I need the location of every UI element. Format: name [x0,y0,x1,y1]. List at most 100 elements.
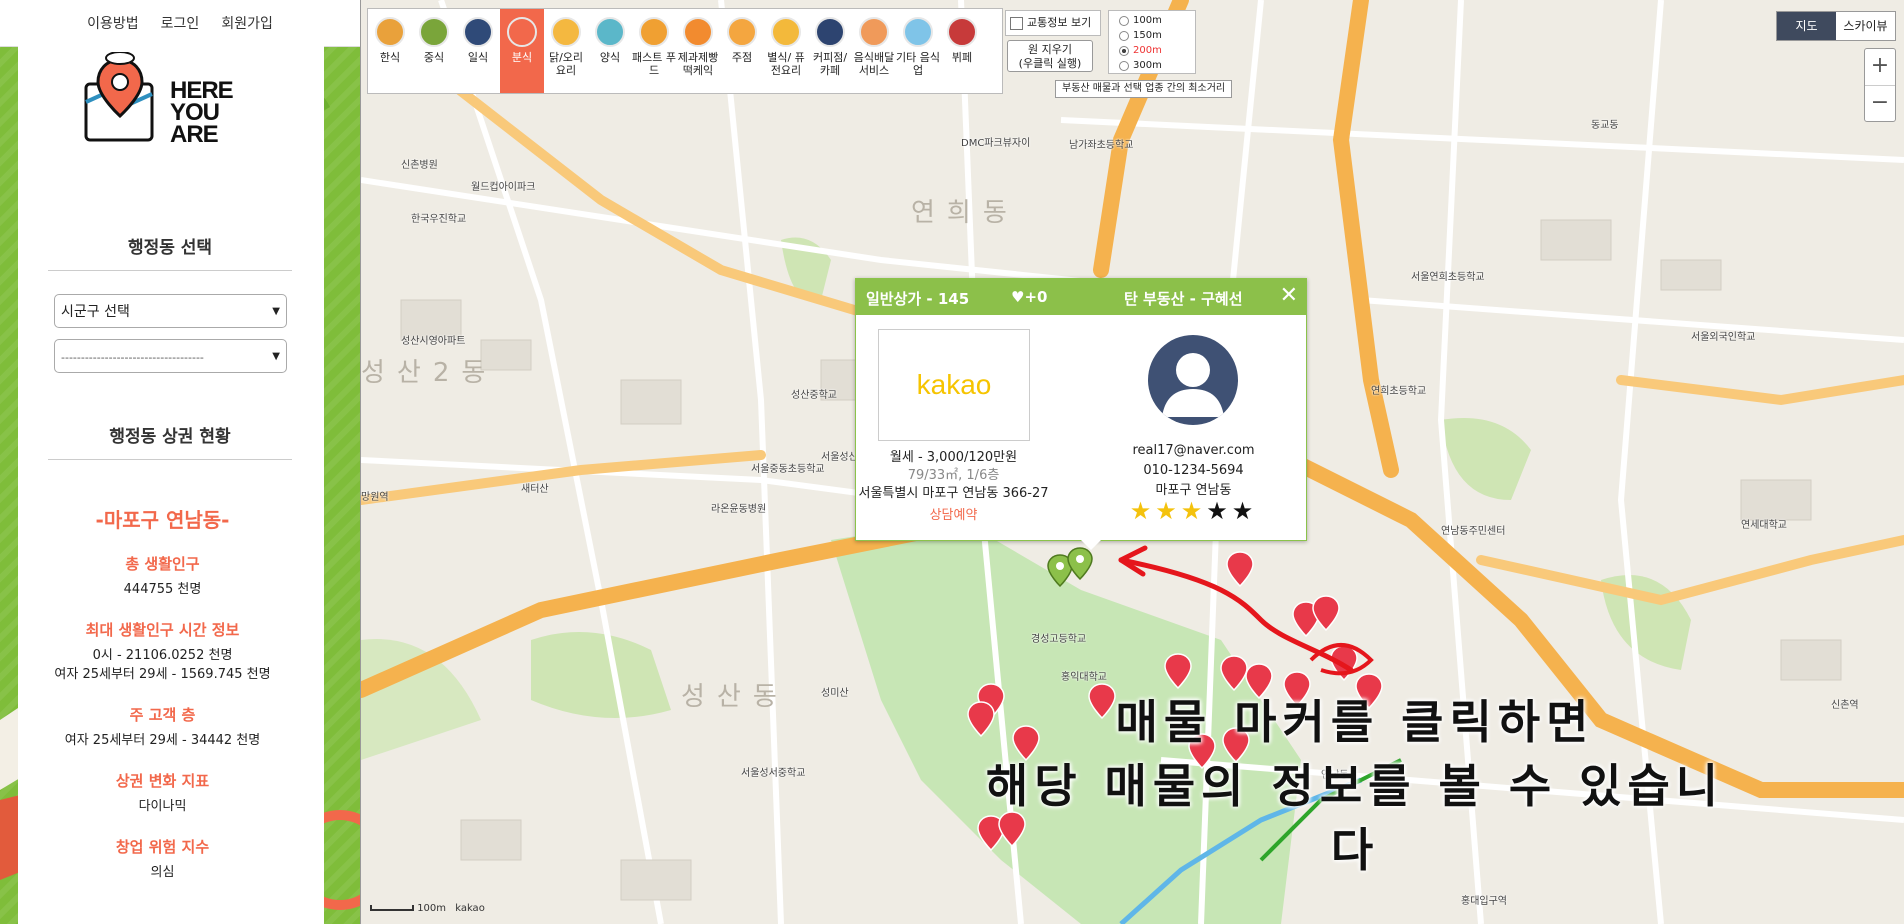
radius-option-300[interactable]: 300m [1119,58,1195,73]
category-bakery[interactable]: 제과제빵 떡케익 [676,9,720,93]
dong-select-value: ------------------------------------ [61,351,204,364]
place-label: 연세대학교 [1741,520,1787,531]
photo-placeholder: kakao [916,369,992,400]
map-type-map[interactable]: 지도 [1777,12,1836,40]
like-button[interactable]: ♥+0 [1011,288,1047,306]
place-label: 망원역 [361,492,389,503]
property-rent: 월세 - 3,000/120만원 [889,450,1018,465]
category-japanese-food[interactable]: 일식 [456,9,500,93]
property-info: 월세 - 3,000/120만원 79/33㎡, 1/6층 서울특별시 마포구 … [856,449,1051,525]
category-label: 제과제빵 떡케익 [677,51,719,77]
gu-select[interactable]: 시군구 선택 ▼ [54,294,287,328]
stats-card: -마포구 연남동- 총 생활인구 444755 천명 최대 생활인구 시간 정보… [36,484,289,888]
zoom-in-button[interactable]: + [1865,49,1895,86]
radio-icon [1119,46,1129,56]
category-fastfood[interactable]: 패스트 푸드 [632,9,676,93]
category-coffee[interactable]: 커피점/ 카페 [808,9,852,93]
dong-label: 연희동 [911,198,1019,228]
category-other-food[interactable]: 기타 음식업 [896,9,940,93]
traffic-label: 교통정보 보기 [1027,16,1092,29]
dong-select[interactable]: ------------------------------------ ▼ [54,339,287,373]
clear-circle-button[interactable]: 원 지우기 (우클릭 실행) [1007,40,1093,72]
nav-how-to-use[interactable]: 이용방법 [87,13,139,33]
clear-label: 원 지우기 [1028,43,1072,56]
nav-login[interactable]: 로그인 [161,13,200,33]
agent-email: real17@naver.com [1132,443,1255,458]
category-label: 중식 [423,51,445,64]
place-label: 경성고등학교 [1031,634,1087,645]
place-label: 서울연희초등학교 [1411,272,1485,283]
radio-icon [1119,61,1129,71]
instruction-caption: 매물 마커를 클릭하면 해당 매물의 정보를 볼 수 있습니다 [975,690,1735,882]
category-delivery[interactable]: 음식배달 서비스 [852,9,896,93]
delivery-icon [859,17,889,47]
caption-line-1: 매물 마커를 클릭하면 [1115,695,1595,749]
category-label: 별식/ 퓨전요리 [767,51,805,77]
category-chinese-food[interactable]: 중식 [412,9,456,93]
category-label: 패스트 푸드 [632,51,676,77]
chevron-down-icon: ▼ [272,306,280,317]
agent-phone: 010-1234-5694 [1143,463,1244,478]
place-label: 남가좌초등학교 [1069,140,1134,151]
scale-text: 100m [417,903,447,914]
top-navigation: 이용방법 로그인 회원가입 [0,0,360,47]
place-label: 성미산 [821,688,849,699]
checkbox[interactable] [1010,16,1023,30]
place-label: 연희초등학교 [1371,386,1427,397]
property-photo: kakao [878,329,1030,441]
buffet-icon [947,17,977,47]
other-food-icon [903,17,933,47]
place-label: 연남동주민센터 [1441,526,1506,537]
area-name: -마포구 연남동- [95,508,230,532]
category-label: 일식 [467,51,489,64]
category-snack-food[interactable]: 분식 [500,9,544,93]
category-fusion-food[interactable]: 별식/ 퓨전요리 [764,9,808,93]
category-beer[interactable]: 주점 [720,9,764,93]
star-icon: ★ [1206,497,1232,525]
place-label: 한국우진학교 [411,214,467,225]
logo[interactable]: HERE YOU ARE [84,52,244,152]
stat-label: 주 고객 층 [129,706,196,724]
user-icon [1162,353,1224,417]
place-label: 홍익대학교 [1061,672,1107,683]
traffic-toggle[interactable]: 교통정보 보기 [1005,10,1101,36]
category-buffet[interactable]: 뷔페 [940,9,984,93]
radius-tooltip: 부동산 매물과 선택 업종 간의 최소거리 [1055,80,1233,98]
chinese-food-icon [419,17,449,47]
radius-option-200[interactable]: 200m [1119,43,1195,58]
fastfood-icon [639,17,669,47]
place-label: 서울외국인학교 [1691,332,1756,343]
zoom-control: + − [1864,48,1896,122]
place-label: 서울성서중학교 [741,768,806,779]
stat-label: 창업 위험 지수 [115,838,210,856]
radius-option-100[interactable]: 100m [1119,13,1195,28]
star-icon: ★ [1231,497,1258,525]
zoom-out-button[interactable]: − [1865,86,1895,122]
radius-option-150[interactable]: 150m [1119,28,1195,43]
star-icon: ★ [1155,497,1181,525]
korean-food-icon [375,17,405,47]
place-label: 성산시영아파트 [401,336,466,347]
map-type-skyview[interactable]: 스카이뷰 [1836,12,1895,40]
category-label: 분식 [511,51,533,64]
stat-value: 다이나믹 [138,799,187,814]
close-icon[interactable]: ✕ [1280,283,1298,308]
nav-signup[interactable]: 회원가입 [221,13,273,33]
place-label: 새터산 [521,484,549,495]
coffee-icon [815,17,845,47]
category-western-food[interactable]: 양식 [588,9,632,93]
dong-select-title: 행정동 선택 [48,233,292,271]
radius-selector: 100m 150m 200m 300m [1108,10,1196,74]
popup-header: 일반상가 - 145 ♥+0 탄 부동산 - 구혜선 ✕ [856,279,1306,315]
provider-logo: kakao [455,903,485,914]
dong-label: 성산동 [681,682,789,712]
category-korean-food[interactable]: 한식 [368,9,412,93]
caption-line-2: 해당 매물의 정보를 볼 수 있습니다 [985,759,1725,877]
category-chicken[interactable]: 닭/오리 요리 [544,9,588,93]
consult-link[interactable]: 상담예약 [856,507,1051,525]
category-label: 한식 [379,51,401,64]
map-pin-logo-icon [84,52,154,142]
sidebar: 이용방법 로그인 회원가입 HERE YOU ARE 행정동 선택 시군구 선택… [0,0,361,924]
radio-icon [1119,16,1129,26]
stat-value: 의심 [150,865,175,880]
